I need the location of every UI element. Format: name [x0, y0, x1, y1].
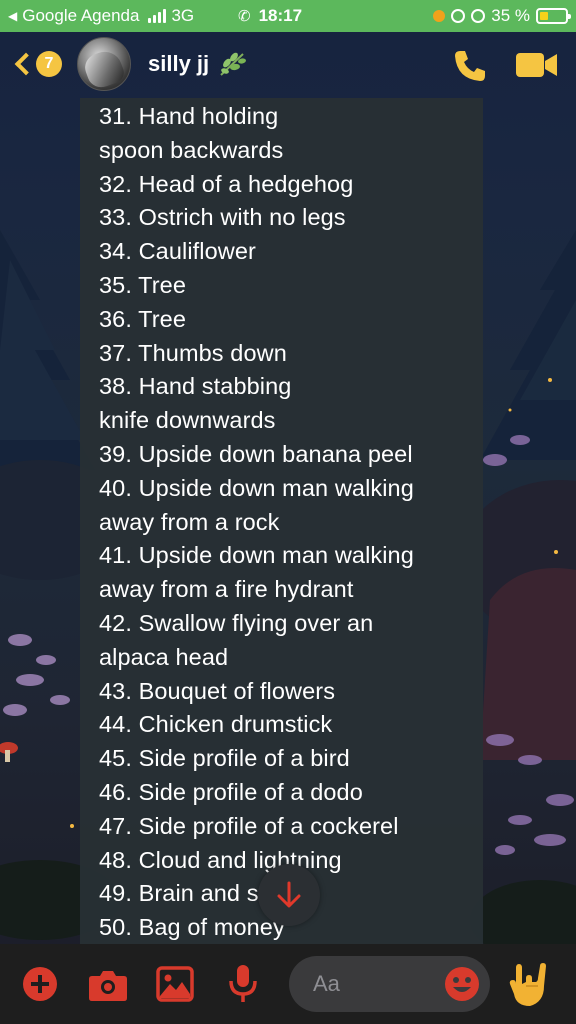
chevron-left-icon [14, 52, 38, 76]
message-line: 45. Side profile of a bird [99, 745, 350, 772]
back-button[interactable]: 7 [12, 51, 62, 77]
message-line: 42. Swallow flying over an [99, 609, 374, 636]
message-line: 31. Hand holding [99, 103, 279, 129]
message-line: 34. Cauliflower [99, 238, 256, 265]
back-triangle-icon: ◀ [8, 9, 18, 23]
message-line: 37. Thumbs down [99, 339, 287, 366]
message-line: spoon backwards [99, 136, 284, 163]
microphone-icon[interactable] [228, 964, 258, 1004]
signal-strength-icon [148, 9, 167, 23]
message-line: 43. Bouquet of flowers [99, 677, 336, 704]
alarm-icon [471, 9, 486, 23]
contact-name[interactable]: silly jj [148, 51, 247, 77]
message-line: knife downwards [99, 407, 276, 434]
battery-level [540, 12, 549, 20]
message-line: 36. Tree [99, 305, 187, 332]
message-line: 46. Side profile of a dodo [99, 778, 363, 805]
phone-icon[interactable] [452, 48, 488, 84]
battery-icon [536, 8, 571, 24]
status-bar: ◀ Google Agenda 3G ✆ 18:17 35 % [0, 0, 576, 32]
scroll-to-bottom-button[interactable] [258, 864, 320, 926]
message-composer: Aa [0, 944, 576, 1024]
back-app-label: Google Agenda [22, 6, 140, 25]
camera-icon[interactable] [88, 968, 128, 1002]
message-line: 40. Upside down man walking [99, 474, 414, 501]
video-camera-icon[interactable] [515, 50, 559, 80]
message-line: 44. Chicken drumstick [99, 711, 333, 738]
unread-count-badge: 7 [36, 51, 62, 77]
message-input[interactable]: Aa [289, 956, 490, 1012]
avatar[interactable] [77, 37, 131, 91]
battery-percent: 35 % [491, 6, 530, 25]
mic-in-use-dot-icon [433, 10, 446, 22]
message-line: 35. Tree [99, 271, 187, 298]
message-line: 39. Upside down banana peel [99, 440, 413, 467]
network-type: 3G [171, 6, 195, 25]
emoji-icon[interactable] [444, 966, 480, 1002]
chat-header: 7 silly jj [0, 32, 576, 96]
message-bubble[interactable]: 31. Hand holding spoon backwards 32. Head … [80, 98, 483, 944]
clock: 18:17 [258, 6, 303, 25]
arrow-down-icon [277, 881, 301, 908]
plus-icon[interactable] [22, 966, 58, 1002]
message-line: 32. Head of a hedgehog [99, 170, 354, 197]
herb-leaf-icon [220, 52, 247, 76]
message-line: away from a rock [99, 508, 280, 535]
message-line: 41. Upside down man walking [99, 542, 414, 569]
message-line: 38. Hand stabbing [99, 373, 292, 400]
orientation-lock-icon [451, 9, 466, 23]
call-in-progress-icon: ✆ [238, 8, 251, 25]
message-line: 47. Side profile of a cockerel [99, 812, 399, 839]
message-line: 33. Ostrich with no legs [99, 204, 346, 231]
message-line: alpaca head [99, 643, 229, 670]
rock-hand-icon[interactable] [508, 962, 552, 1008]
image-icon[interactable] [156, 966, 194, 1002]
message-input-placeholder: Aa [313, 971, 340, 996]
message-line: away from a fire hydrant [99, 576, 354, 603]
contact-name-label: silly jj [148, 51, 210, 76]
back-to-app[interactable]: ◀ Google Agenda 3G [8, 6, 238, 26]
